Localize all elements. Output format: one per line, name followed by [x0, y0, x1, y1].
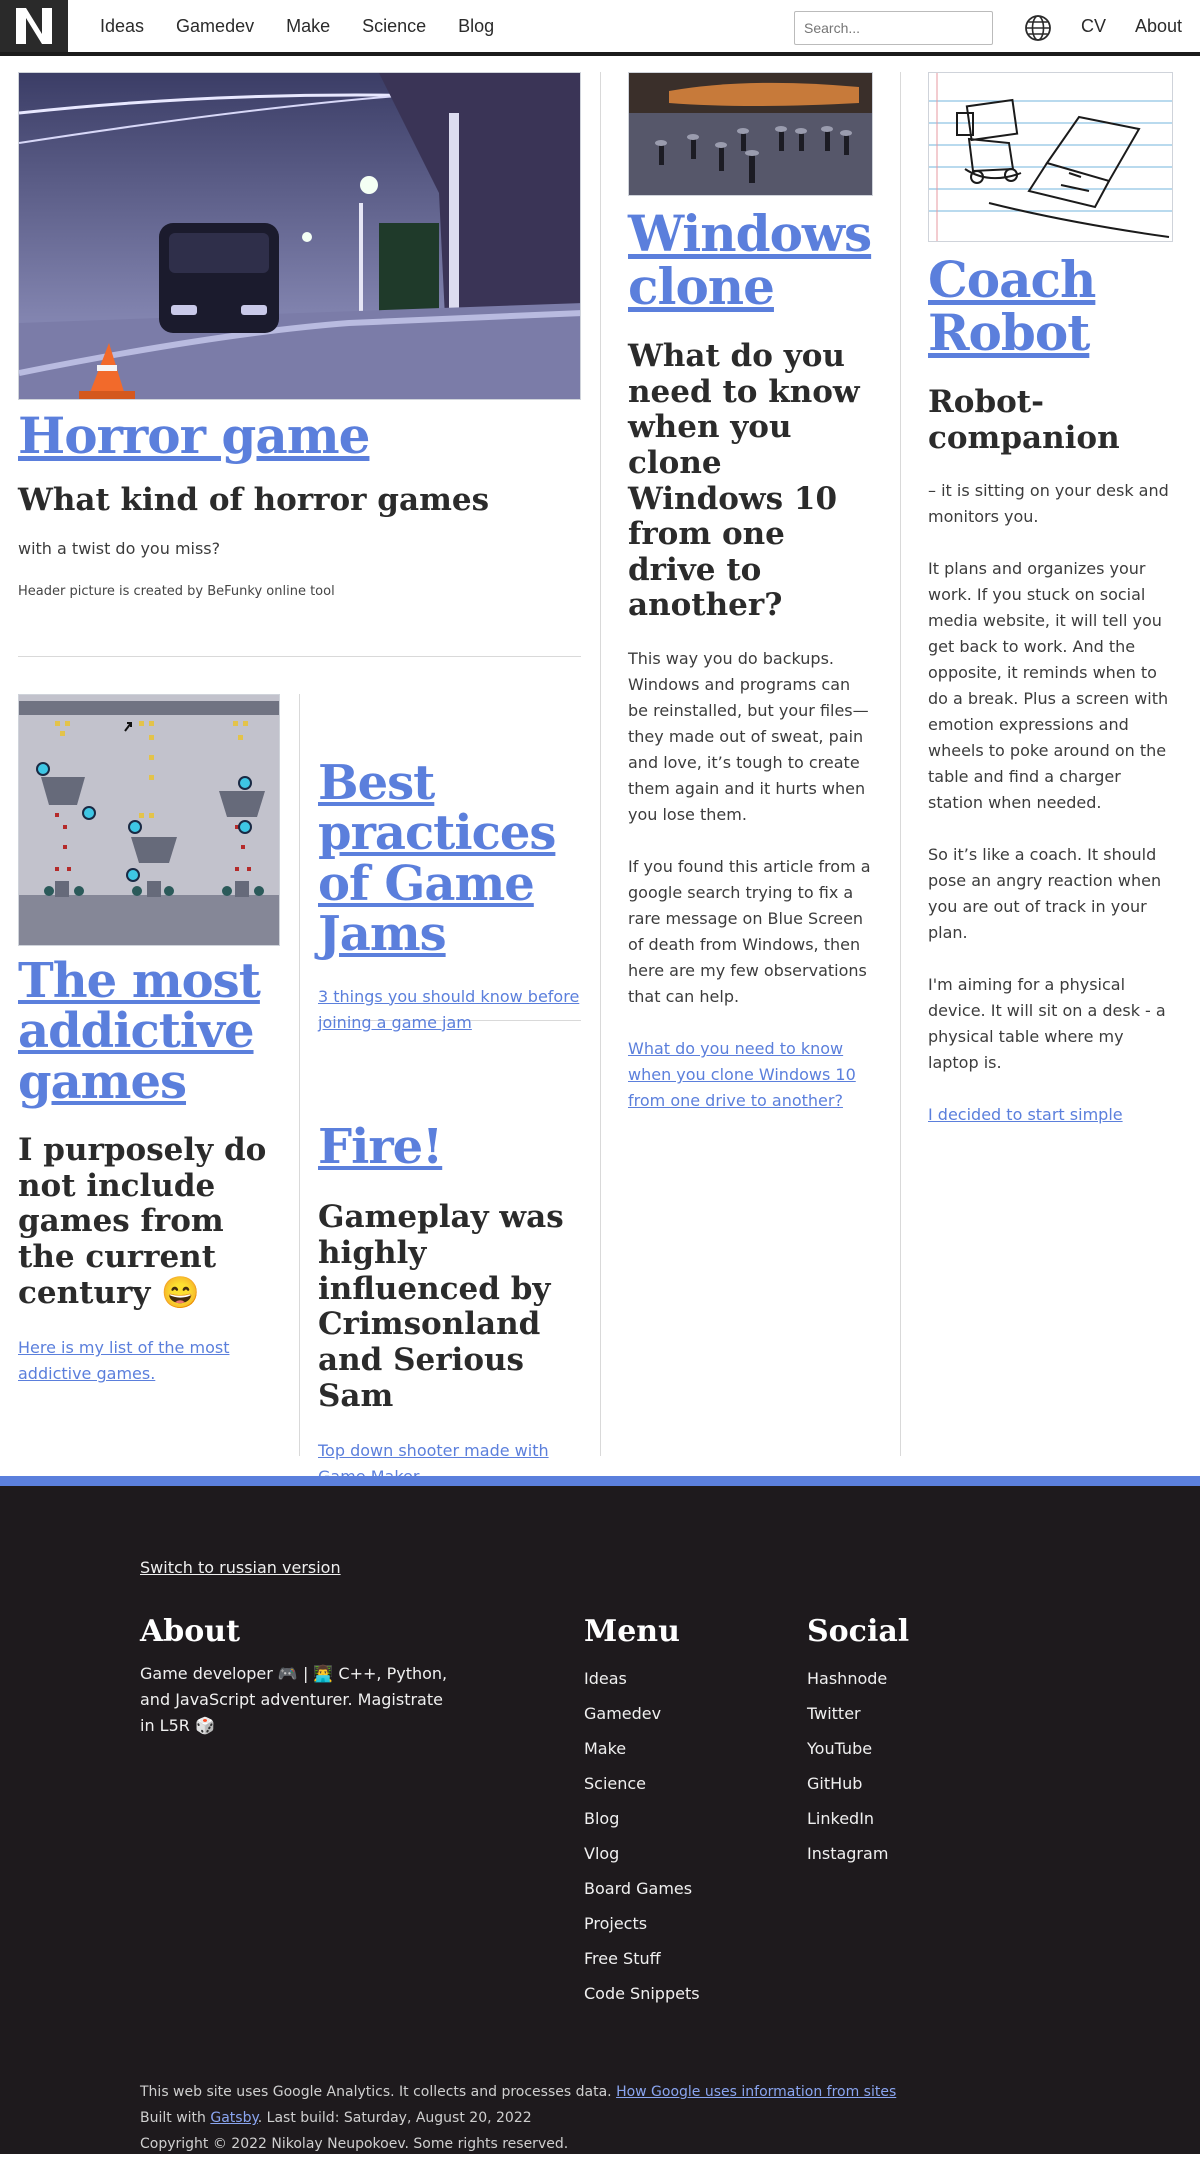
footer-menu-gamedev[interactable]: Gamedev [584, 1704, 661, 1723]
footer-about: About Game developer 🎮 | 👨‍💻 C++, Python… [140, 1614, 450, 1739]
analytics-link[interactable]: How Google uses information from sites [616, 2084, 896, 2100]
game-jams-link[interactable]: 3 things you should know before joining … [318, 984, 581, 1036]
card-addictive-games: The most addictive games I purposely do … [18, 694, 280, 1387]
card-horror-game: Horror game What kind of horror games wi… [18, 72, 581, 599]
about-link[interactable]: About [1135, 16, 1182, 37]
main-nav: Ideas Gamedev Make Science Blog [84, 16, 510, 37]
footer-menu-science[interactable]: Science [584, 1774, 646, 1793]
windows-clone-subtitle: What do you need to know when you clone … [628, 338, 860, 624]
globe-icon[interactable] [1024, 14, 1052, 42]
windows-clone-link[interactable]: What do you need to know when you clone … [628, 1036, 873, 1114]
footer-about-heading: About [140, 1614, 240, 1649]
horror-game-title[interactable]: Horror game [18, 409, 581, 463]
site-logo[interactable] [0, 0, 68, 52]
horror-game-text: with a twist do you miss? [18, 539, 221, 559]
card-coach-robot: Coach Robot Robot-companion – it is sitt… [928, 72, 1173, 1128]
fire-title[interactable]: Fire! [318, 1122, 581, 1173]
footer-social-heading: Social [807, 1614, 910, 1649]
footer-menu-vlog[interactable]: Vlog [584, 1844, 619, 1863]
card-game-jams: Best practices of Game Jams 3 things you… [318, 758, 581, 1036]
analytics-text: This web site uses Google Analytics. It … [140, 2084, 612, 2100]
search-input[interactable] [794, 11, 993, 45]
coach-robot-title[interactable]: Coach Robot [928, 253, 1173, 359]
footer-menu-board-games[interactable]: Board Games [584, 1879, 692, 1898]
addictive-games-title[interactable]: The most addictive games [18, 956, 280, 1107]
divider [600, 72, 601, 1456]
footer-menu-projects[interactable]: Projects [584, 1914, 647, 1933]
footer-menu: Menu Ideas Gamedev Make Science Blog Vlo… [584, 1614, 700, 2011]
footer-menu-heading: Menu [584, 1614, 680, 1649]
last-build-text: . Last build: Saturday, August 20, 2022 [257, 2110, 532, 2126]
footer-social-youtube[interactable]: YouTube [807, 1739, 872, 1758]
nav-science[interactable]: Science [362, 16, 426, 37]
windows-clone-image[interactable] [628, 72, 873, 196]
coach-robot-subtitle: Robot-companion [928, 384, 1120, 456]
image-credit: Header picture is created by BeFunky onl… [18, 584, 335, 600]
footer-menu-ideas[interactable]: Ideas [584, 1669, 627, 1688]
coach-robot-paragraph-2: It plans and organizes your work. If you… [928, 559, 1169, 813]
copyright: Copyright © 2022 Nikolay Neupokoev. Some… [140, 2136, 569, 2152]
coach-robot-paragraph-1: – it is sitting on your desk and monitor… [928, 481, 1169, 527]
built-with-label: Built with [140, 2110, 206, 2126]
addictive-games-image[interactable] [18, 694, 280, 946]
divider [18, 656, 581, 657]
switch-language-link[interactable]: Switch to russian version [140, 1558, 341, 1577]
footer-social: Social Hashnode Twitter YouTube GitHub L… [807, 1614, 909, 1871]
pixel-game-illustration [19, 695, 279, 945]
fire-subtitle: Gameplay was highly influenced by Crimso… [318, 1199, 564, 1414]
footer-social-twitter[interactable]: Twitter [807, 1704, 861, 1723]
site-header: Ideas Gamedev Make Science Blog CV About [0, 0, 1200, 56]
divider [900, 72, 901, 1456]
nav-gamedev[interactable]: Gamedev [176, 16, 254, 37]
footer-menu-free-stuff[interactable]: Free Stuff [584, 1949, 661, 1968]
card-fire: Fire! Gameplay was highly influenced by … [318, 1122, 581, 1490]
horror-game-image[interactable] [18, 72, 581, 400]
coach-robot-paragraph-4: I'm aiming for a physical device. It wil… [928, 975, 1166, 1073]
windows-clone-title[interactable]: Windows clone [628, 207, 873, 313]
footer-social-hashnode[interactable]: Hashnode [807, 1669, 887, 1688]
nav-blog[interactable]: Blog [458, 16, 494, 37]
footer-about-text: Game developer 🎮 | 👨‍💻 C++, Python, and … [140, 1664, 448, 1735]
coach-robot-paragraph-3: So it’s like a coach. It should pose an … [928, 845, 1162, 943]
windows-clone-paragraph-1: This way you do backups. Windows and pro… [628, 649, 869, 825]
footer-menu-blog[interactable]: Blog [584, 1809, 619, 1828]
nav-make[interactable]: Make [286, 16, 330, 37]
game-jams-title[interactable]: Best practices of Game Jams [318, 758, 581, 960]
analytics-notice: This web site uses Google Analytics. It … [140, 2084, 896, 2100]
coach-robot-link[interactable]: I decided to start simple [928, 1102, 1173, 1128]
screws-photo-illustration [629, 73, 872, 195]
footer-social-instagram[interactable]: Instagram [807, 1844, 888, 1863]
horror-game-subtitle: What kind of horror games [18, 481, 490, 518]
addictive-games-subtitle: I purposely do not include games from th… [18, 1132, 267, 1311]
footer-menu-code-snippets[interactable]: Code Snippets [584, 1984, 700, 2003]
logo-icon [16, 8, 52, 44]
addictive-games-link[interactable]: Here is my list of the most addictive ga… [18, 1335, 280, 1387]
footer-social-github[interactable]: GitHub [807, 1774, 862, 1793]
card-windows-clone: Windows clone What do you need to know w… [628, 72, 873, 1114]
site-footer: Switch to russian version About Game dev… [0, 1476, 1200, 2154]
nav-ideas[interactable]: Ideas [100, 16, 144, 37]
windows-clone-paragraph-2: If you found this article from a google … [628, 857, 871, 1007]
footer-menu-make[interactable]: Make [584, 1739, 626, 1758]
gatsby-link[interactable]: Gatsby [210, 2110, 257, 2126]
article-grid: Horror game What kind of horror games wi… [0, 56, 1200, 1486]
build-info: Built with Gatsby. Last build: Saturday,… [140, 2110, 532, 2126]
robot-sketch-illustration [929, 73, 1172, 241]
street-night-illustration [19, 73, 580, 399]
footer-social-linkedin[interactable]: LinkedIn [807, 1809, 874, 1828]
divider [299, 694, 300, 1456]
coach-robot-image[interactable] [928, 72, 1173, 242]
cv-link[interactable]: CV [1081, 16, 1106, 37]
